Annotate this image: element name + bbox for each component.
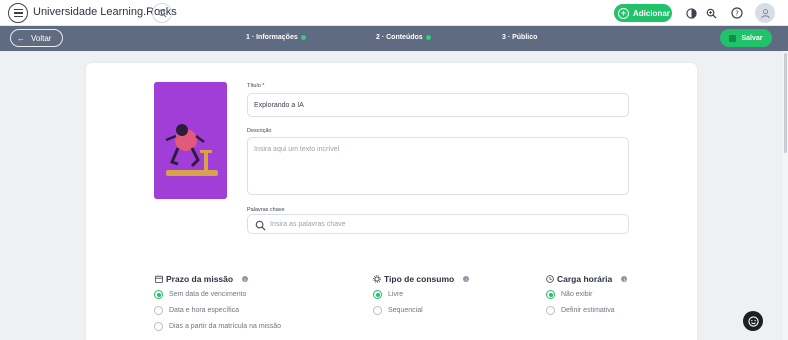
step-done-indicator (300, 35, 306, 40)
consumption-title-text: Tipo de consumo (384, 274, 455, 284)
step-informacoes[interactable]: 1 · Informações (246, 34, 306, 41)
deadline-option[interactable]: Dias a partir da matrícula na missão (154, 322, 281, 331)
radio[interactable] (154, 306, 163, 315)
avatar[interactable] (755, 3, 775, 23)
smile-icon (747, 315, 759, 327)
step-done-indicator (425, 35, 431, 40)
step-label: 2 · Conteúdos (376, 34, 423, 41)
zoom-icon[interactable] (702, 4, 720, 22)
steps-bar: ← Voltar 1 · Informações 2 · Conteúdos 3… (0, 26, 788, 51)
info-icon[interactable]: i (463, 276, 470, 282)
option-label: Sem data de vencimento (169, 291, 247, 298)
calendar-icon (155, 275, 163, 283)
option-label: Não exibir (561, 291, 593, 298)
save-button-label: Salvar (741, 34, 763, 42)
step-conteudos[interactable]: 2 · Conteúdos (376, 34, 431, 41)
svg-text:?: ? (735, 10, 739, 18)
top-bar: Universidade Learning.Rocks + Adicionar … (0, 0, 788, 26)
option-label: Livre (388, 291, 404, 298)
option-label: Dias a partir da matrícula na missão (169, 323, 282, 330)
radio[interactable] (154, 322, 163, 331)
save-button[interactable]: Salvar (720, 29, 772, 47)
contrast-icon[interactable] (682, 4, 700, 22)
keywords-input[interactable]: Insira as palavras chave (247, 214, 629, 234)
runner-illustration-icon (154, 82, 227, 199)
save-icon (729, 34, 737, 42)
radio[interactable] (373, 306, 382, 315)
menu-icon[interactable] (8, 3, 28, 23)
option-label: Sequencial (388, 307, 423, 314)
workload-option[interactable]: Definir estimativa (546, 306, 615, 315)
info-icon[interactable]: i (621, 276, 628, 282)
back-button[interactable]: ← Voltar (10, 29, 63, 47)
title-input[interactable]: Explorando a IA (247, 93, 629, 117)
chat-widget-button[interactable] (743, 311, 763, 331)
consumption-option[interactable]: Livre (373, 290, 403, 299)
workload-option[interactable]: Não exibir (546, 290, 593, 299)
description-label: Descrição (247, 128, 272, 134)
description-textarea[interactable]: Insira aqui um texto incrível (247, 137, 629, 195)
workload-title-text: Carga horária (557, 274, 613, 284)
radio-selected[interactable] (373, 290, 382, 299)
step-label: 3 · Público (502, 34, 538, 41)
gear-icon (373, 275, 381, 283)
plus-circle-icon: + (618, 7, 629, 19)
info-icon[interactable]: i (242, 276, 249, 282)
cover-image[interactable] (154, 82, 227, 199)
scrollbar-thumb[interactable] (784, 53, 787, 153)
keywords-placeholder: Insira as palavras chave (270, 220, 346, 228)
add-button-label: Adicionar (633, 8, 670, 18)
title-label: Título * (247, 83, 265, 89)
search-icon (255, 220, 266, 231)
option-label: Definir estimativa (561, 307, 615, 314)
radio-selected[interactable] (546, 290, 555, 299)
deadline-option[interactable]: Data e hora específica (154, 306, 239, 315)
keywords-label: Palavras chave (247, 207, 285, 213)
radio[interactable] (546, 306, 555, 315)
radio-selected[interactable] (154, 290, 163, 299)
step-publico[interactable]: 3 · Público (502, 34, 537, 41)
help-icon[interactable]: ? (728, 4, 746, 22)
search-icon[interactable] (152, 3, 172, 23)
clock-icon (546, 275, 554, 283)
arrow-left-icon: ← (17, 33, 25, 43)
option-label: Data e hora específica (169, 307, 240, 314)
step-label: 1 · Informações (246, 34, 298, 41)
deadline-option[interactable]: Sem data de vencimento (154, 290, 246, 299)
consumption-title: Tipo de consumo i (373, 274, 470, 284)
workload-title: Carga horária i (546, 274, 628, 284)
add-button[interactable]: + Adicionar (614, 4, 672, 22)
back-button-label: Voltar (31, 33, 52, 43)
deadline-title-text: Prazo da missão (166, 274, 234, 284)
consumption-option[interactable]: Sequencial (373, 306, 423, 315)
scrollbar[interactable] (783, 51, 788, 340)
deadline-title: Prazo da missão i (155, 274, 249, 284)
